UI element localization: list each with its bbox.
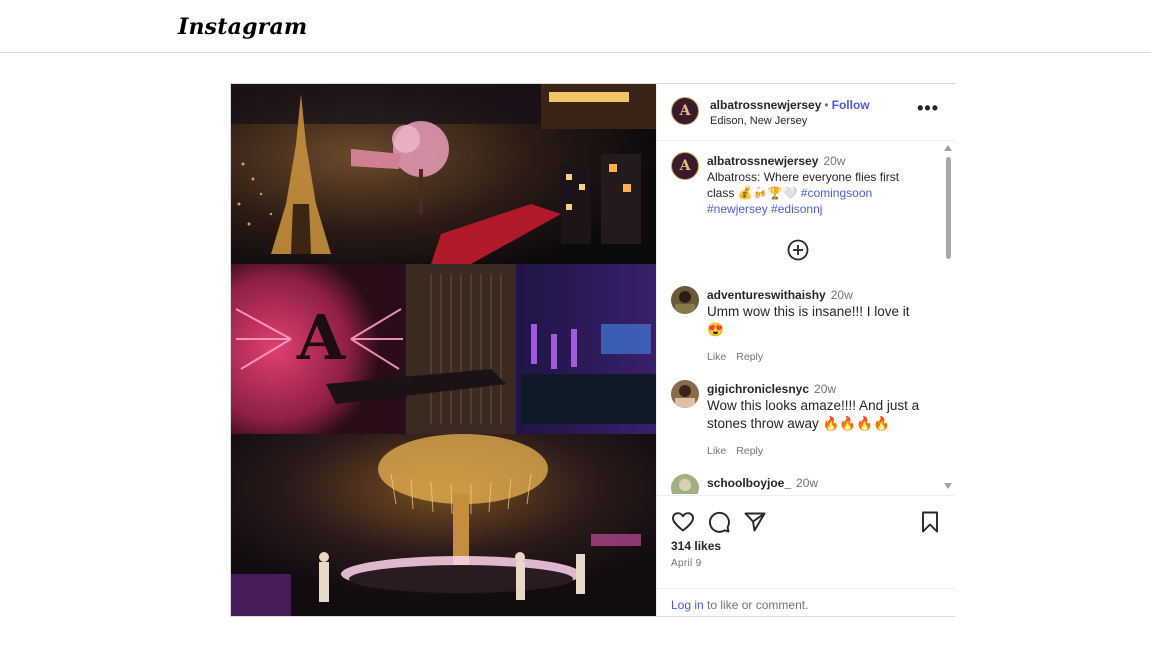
comments-list[interactable]: A albatrossnewjersey 20w Albatross: Where… <box>657 141 955 494</box>
comment-time: 20w <box>814 382 837 396</box>
comment-text: Umm wow this is insane!!! I love it 😍 <box>707 304 910 337</box>
comment-time: 20w <box>830 288 853 302</box>
comment-icon[interactable] <box>707 510 731 534</box>
author-avatar[interactable]: A <box>671 97 699 125</box>
caption-avatar[interactable]: A <box>671 152 699 180</box>
comment-body: adventureswithaishy 20w Umm wow this is i… <box>707 287 929 365</box>
login-prompt-text: Log in to like or comment. <box>671 598 808 612</box>
svg-text:A: A <box>296 301 346 374</box>
heart-icon[interactable] <box>671 510 695 534</box>
login-suffix: to like or comment. <box>703 598 809 612</box>
commenter-avatar[interactable] <box>671 286 699 314</box>
like-comment-button[interactable]: Like <box>707 445 726 457</box>
login-link[interactable]: Log in <box>671 598 704 612</box>
share-icon[interactable] <box>743 510 767 534</box>
load-more-comments-icon[interactable] <box>787 239 809 261</box>
comment-username[interactable]: schoolboyjoe_ <box>707 476 791 490</box>
scroll-down-arrow-icon[interactable] <box>944 483 952 489</box>
comment-body: gigichroniclesnyc 20w Wow this looks amaz… <box>707 381 929 459</box>
top-nav-bar: Instagram <box>0 0 1151 53</box>
post-action-bar: 314 likes April 9 Log in to like or comm… <box>657 495 955 617</box>
comment-username[interactable]: adventureswithaishy <box>707 288 826 302</box>
post-header: A albatrossnewjersey • Follow Edison, New … <box>657 84 955 141</box>
instagram-logo[interactable]: Instagram <box>178 14 307 40</box>
caption-body: albatrossnewjersey 20w Albatross: Where e… <box>707 153 929 217</box>
likes-count[interactable]: 314 likes <box>671 539 721 553</box>
separator-dot: • <box>824 98 829 112</box>
hashtag-comingsoon[interactable]: #comingsoon <box>801 186 872 200</box>
caption-time: 20w <box>823 154 846 168</box>
reply-button[interactable]: Reply <box>736 445 763 457</box>
post-sidebar: A albatrossnewjersey • Follow Edison, New … <box>656 84 955 616</box>
scrollbar-thumb[interactable] <box>946 157 951 259</box>
commenter-avatar[interactable] <box>671 474 699 494</box>
comment-actions: Like Reply <box>707 443 929 459</box>
comment-username[interactable]: gigichroniclesnyc <box>707 382 809 396</box>
comment-body: schoolboyjoe_ 20w <box>707 475 929 491</box>
follow-button[interactable]: Follow <box>832 98 870 112</box>
more-options-icon[interactable]: ••• <box>917 98 939 119</box>
commenter-avatar[interactable] <box>671 380 699 408</box>
comment-actions: Like Reply <box>707 349 929 365</box>
reply-button[interactable]: Reply <box>736 351 763 363</box>
hashtag-newjersey[interactable]: #newjersey <box>707 202 768 216</box>
post-dialog: A A albatrossnewjersey • Follow Edison, … <box>230 83 955 617</box>
author-line: albatrossnewjersey • Follow <box>710 98 870 112</box>
caption-username[interactable]: albatrossnewjersey <box>707 154 818 168</box>
post-image[interactable]: A <box>231 84 656 616</box>
like-comment-button[interactable]: Like <box>707 351 726 363</box>
author-username[interactable]: albatrossnewjersey <box>710 98 821 112</box>
post-date[interactable]: April 9 <box>671 558 701 569</box>
comment-text: Wow this looks amaze!!!! And just a ston… <box>707 398 920 431</box>
bookmark-icon[interactable] <box>919 510 941 534</box>
comments-scrollbar[interactable] <box>944 145 952 489</box>
post-location[interactable]: Edison, New Jersey <box>710 115 807 127</box>
login-prompt: Log in to like or comment. <box>657 588 955 618</box>
scroll-up-arrow-icon[interactable] <box>944 145 952 151</box>
hashtag-edisonnj[interactable]: #edisonnj <box>771 202 822 216</box>
post-image-collage: A <box>231 84 656 616</box>
comment-time: 20w <box>796 476 819 490</box>
